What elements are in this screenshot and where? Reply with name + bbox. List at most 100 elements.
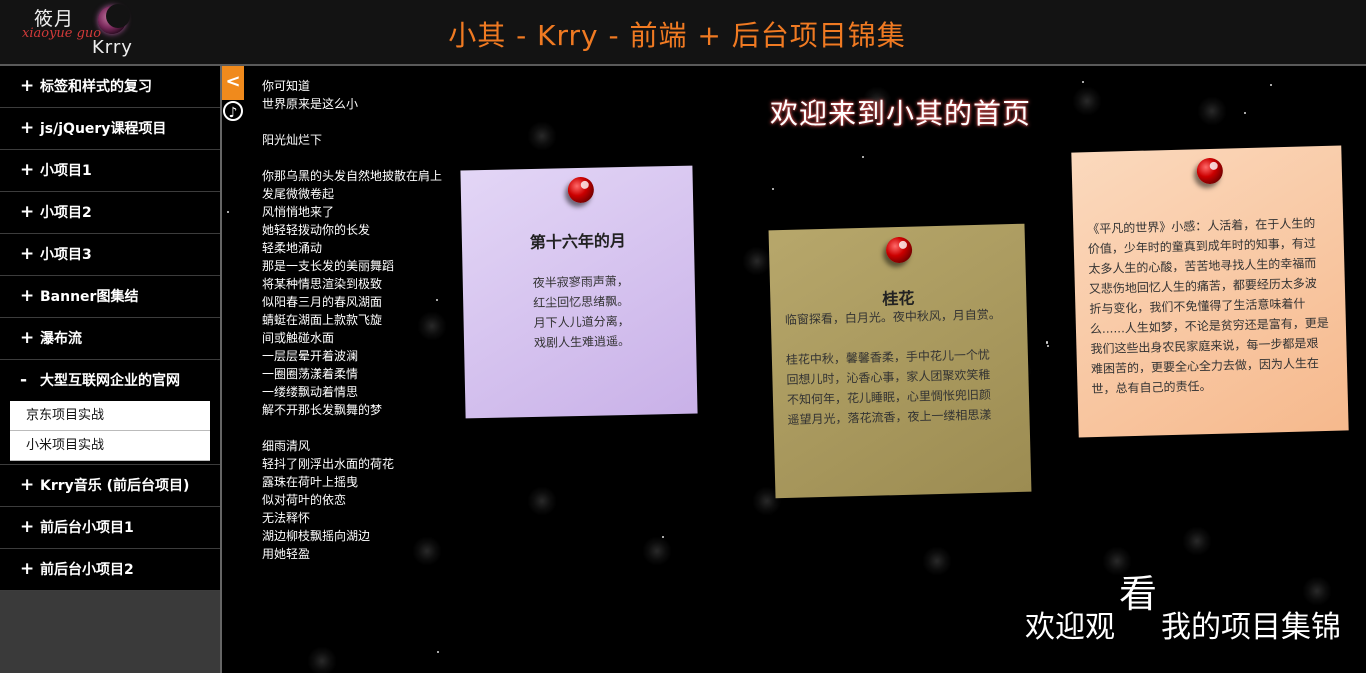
background-glow [307, 646, 337, 673]
plus-icon: + [20, 517, 35, 537]
plus-icon: + [20, 76, 35, 96]
submenu-item-jd[interactable]: 京东项目实战 [10, 401, 210, 431]
pushpin-icon [1196, 157, 1224, 185]
poem-line: 蜻蜓在湖面上款款飞旋 [262, 313, 383, 327]
note-line: 月下人儿道分离， [533, 313, 630, 330]
sidebar-item-label: 瀑布流 [40, 331, 82, 347]
note-body: 夜半寂寥雨声萧， 红尘回忆思绪飘。 月下人儿道分离， 戏剧人生难逍遥。 [533, 271, 631, 353]
background-star [437, 651, 439, 653]
poem-text: 你可知道世界原来是这么小 阳光灿烂下你那乌黑的头发自然地披散在肩上 发尾微微卷起 风悄… [262, 77, 462, 563]
poem-line: 轻柔地涌动 [262, 241, 323, 255]
poem-line: 湖边柳枝飘摇向湖边 [262, 529, 371, 543]
music-note-icon[interactable]: ♪ [223, 101, 243, 121]
sidebar-item-mini-project-3[interactable]: + 小项目3 [0, 234, 220, 276]
sidebar-item-fullstack-2[interactable]: + 前后台小项目2 [0, 549, 220, 591]
pushpin-icon [885, 236, 913, 264]
sticky-note-osmanthus: 桂花 临窗探看，白月光。夜中秋风，月自赏。 桂花中秋，馨馨香柔，手中花儿一个忧回… [768, 223, 1032, 499]
plus-icon: + [20, 244, 35, 264]
poem-line: 阳光灿烂下 [262, 133, 323, 147]
sidebar-item-label: js/jQuery课程项目 [40, 121, 167, 137]
sidebar-item-label: Krry音乐 (前后台项目) [40, 478, 190, 494]
background-glow [527, 486, 557, 516]
sidebar-item-js-jquery[interactable]: + js/jQuery课程项目 [0, 108, 220, 150]
background-glow [922, 546, 952, 576]
background-star [1046, 342, 1048, 344]
poem-line: 一缕缕飘动着情思 [262, 385, 359, 399]
poem-line: 那是一支长发的美丽舞蹈 [262, 259, 395, 273]
poem-line: 你那乌黑的头发自然地披散在肩上 [262, 169, 443, 183]
sidebar-item-mini-project-1[interactable]: + 小项目1 [0, 150, 220, 192]
minus-icon: - [20, 370, 28, 390]
poem-line: 间或触碰水面 [262, 331, 335, 345]
sidebar-nav: + 标签和样式的复习 + js/jQuery课程项目 + 小项目1 + 小项目2 + 小项… [0, 66, 222, 673]
poem-line: 风悄悄地来了 [262, 205, 335, 219]
pushpin-icon [567, 176, 595, 204]
poem-line: 细雨清风 [262, 439, 311, 453]
background-glow [1072, 86, 1102, 116]
background-star [1270, 84, 1272, 86]
poem-line: 用她轻盈 [262, 547, 311, 561]
poem-line [262, 113, 462, 131]
poem-line: 一圈圈荡漾着柔情 [262, 367, 359, 381]
plus-icon: + [20, 559, 35, 579]
sidebar-item-enterprise-sites[interactable]: - 大型互联网企业的官网 [0, 360, 220, 401]
sidebar-item-mini-project-2[interactable]: + 小项目2 [0, 192, 220, 234]
background-star [1244, 112, 1246, 114]
sidebar-item-label: 标签和样式的复习 [40, 79, 152, 95]
note-body: 临窗探看，白月光。夜中秋风，月自赏。 桂花中秋，馨馨香柔，手中花儿一个忧 回想儿时… [785, 304, 1004, 430]
plus-icon: + [20, 328, 35, 348]
poem-line: 她轻轻拨动你的长发 [262, 223, 371, 237]
poem-line: 一层层晕开着波澜 [262, 349, 359, 363]
footer-welcome-text: 欢迎观看我的项目集锦 [1024, 572, 1341, 645]
plus-icon: + [20, 475, 35, 495]
background-star [862, 156, 864, 158]
poem-line: 发尾微微卷起 [262, 187, 335, 201]
background-glow [527, 121, 557, 151]
sidebar-item-waterfall[interactable]: + 瀑布流 [0, 318, 220, 360]
note-line: 遥望月光，落花流香，夜上一缕相思漾 [787, 407, 992, 427]
background-glow [742, 246, 772, 276]
poem-line: 你可知道 [262, 79, 311, 93]
poem-line: 轻抖了刚浮出水面的荷花 [262, 457, 395, 471]
note-line: 红尘回忆思绪飘。 [533, 293, 630, 310]
header-bar: 筱月 xiaoyue guo Krry 小其 - Krry - 前端 + 后台项… [0, 0, 1366, 66]
sidebar-item-label: 小项目1 [40, 163, 92, 179]
sidebar-item-label: 前后台小项目1 [40, 520, 134, 536]
poem-line: 露珠在荷叶上摇曳 [262, 475, 359, 489]
submenu-item-xiaomi[interactable]: 小米项目实战 [10, 431, 210, 461]
sidebar-item-label: 小项目3 [40, 247, 92, 263]
background-star [662, 536, 664, 538]
note-line: 夜半寂寥雨声萧， [532, 273, 629, 290]
sidebar-item-krry-music[interactable]: + Krry音乐 (前后台项目) [0, 465, 220, 507]
poem-line: 解不开那长发飘舞的梦 [262, 403, 383, 417]
plus-icon: + [20, 202, 35, 222]
background-star [227, 211, 229, 213]
poem-line: 似阳春三月的春风湖面 [262, 295, 383, 309]
poem-line: 似对荷叶的依恋 [262, 493, 347, 507]
background-star [772, 188, 774, 190]
plus-icon: + [20, 160, 35, 180]
collapse-sidebar-button[interactable]: < [222, 66, 244, 100]
welcome-heading: 欢迎来到小其的首页 [770, 97, 1032, 130]
background-glow [1197, 96, 1227, 126]
main-content: < ♪ 你可知道世界原来是这么小 阳光灿烂下你那乌黑的头发自然地披散在肩上 发尾微微… [222, 66, 1366, 673]
sidebar-item-label: 小项目2 [40, 205, 92, 221]
note-title: 第十六年的月 [529, 231, 627, 253]
poem-line: 无法释怀 [262, 511, 311, 525]
sidebar-item-fullstack-1[interactable]: + 前后台小项目1 [0, 507, 220, 549]
sidebar-item-banner[interactable]: + Banner图集结 [0, 276, 220, 318]
background-star [1047, 345, 1049, 347]
note-line: 戏剧人生难逍遥。 [533, 333, 631, 350]
background-glow [1182, 526, 1212, 556]
poem-line [262, 149, 462, 167]
background-glow [642, 536, 672, 566]
submenu-enterprise-sites: 京东项目实战 小米项目实战 [0, 401, 220, 465]
sidebar-item-tags-styles[interactable]: + 标签和样式的复习 [0, 66, 220, 108]
poem-line: 世界原来是这么小 [262, 97, 359, 111]
plus-icon: + [20, 286, 35, 306]
sidebar-item-label: Banner图集结 [40, 289, 139, 305]
poem-line [262, 419, 462, 437]
poem-line: 将某种情思渲染到极致 [262, 277, 383, 291]
background-star [1082, 81, 1084, 83]
sticky-note-ordinary-world: 《平凡的世界》小感：人活着，在于人生的 价值，少年时的童真到成年时的知事，有过 太多… [1071, 145, 1349, 438]
